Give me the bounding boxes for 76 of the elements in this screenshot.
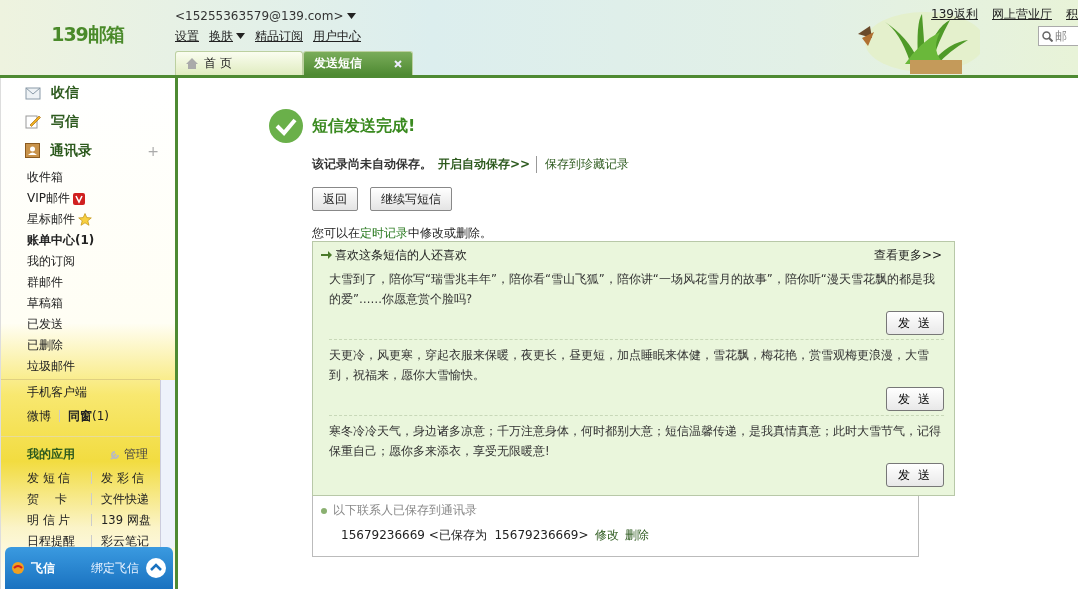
sidebar-link[interactable]: 微博: [27, 407, 51, 425]
folder-item[interactable]: 草稿箱: [27, 295, 63, 312]
top-link[interactable]: 网上营业厅: [992, 6, 1052, 23]
more-link[interactable]: 查看更多>>: [873, 246, 942, 264]
envelope-icon: [25, 85, 41, 100]
action-button[interactable]: 返回: [312, 187, 358, 211]
notice-text: 该记录尚未自动保存。: [312, 156, 432, 173]
send-button[interactable]: 发 送: [886, 311, 944, 335]
sidebar-link[interactable]: 手机客户端: [27, 383, 87, 401]
nav-link[interactable]: 精品订阅: [255, 27, 303, 45]
edit-link[interactable]: 修改: [594, 527, 619, 544]
app-link[interactable]: 文件快递: [101, 490, 159, 508]
check-icon: [268, 108, 304, 144]
close-icon[interactable]: [394, 59, 402, 68]
contact-card-icon: [25, 143, 40, 158]
top-link[interactable]: 139返利: [931, 6, 978, 23]
schedule-link[interactable]: 定时记录: [360, 226, 408, 240]
folder-item[interactable]: 已发送: [27, 316, 63, 333]
send-button[interactable]: 发 送: [886, 463, 944, 487]
app-link[interactable]: 明 信 片: [27, 511, 87, 529]
app-link[interactable]: 彩云笔记: [101, 532, 159, 550]
app-link[interactable]: 139 网盘: [101, 511, 159, 529]
manage-link[interactable]: 管理: [124, 445, 148, 463]
favorite-link[interactable]: 保存到珍藏记录: [536, 156, 630, 173]
nav-link[interactable]: 换肤: [209, 27, 245, 45]
nav-link[interactable]: 用户中心: [313, 27, 361, 45]
fetion-label[interactable]: 飞信: [31, 559, 55, 577]
folder-item[interactable]: 已删除: [27, 337, 63, 354]
send-button[interactable]: 发 送: [886, 387, 944, 411]
arrow-icon: [321, 251, 332, 259]
panel-title: 喜欢这条短信的人还喜欢: [335, 246, 467, 264]
app-link[interactable]: 发 短 信: [27, 469, 87, 487]
section-title: 我的应用: [27, 445, 75, 463]
bind-link[interactable]: 绑定飞信: [91, 559, 139, 577]
sidebar-item[interactable]: 收信: [51, 83, 79, 102]
home-icon: [186, 58, 198, 69]
sidebar-item[interactable]: 通讯录: [50, 141, 92, 160]
folder-item[interactable]: 群邮件: [27, 274, 63, 291]
success-title: 短信发送完成!: [312, 115, 416, 137]
sidebar-item[interactable]: 写信: [51, 112, 79, 131]
search-icon: [1042, 30, 1053, 42]
folder-item[interactable]: 星标邮件: [27, 211, 75, 228]
expand-icon[interactable]: [145, 557, 167, 579]
top-link[interactable]: 积: [1066, 6, 1078, 23]
folder-item[interactable]: VIP邮件: [27, 190, 70, 207]
mail-logo[interactable]: 139邮箱: [51, 22, 124, 48]
auto-save-link[interactable]: 开启自动保存>>: [438, 156, 531, 173]
app-link[interactable]: 贺 卡: [27, 490, 87, 508]
pencil-note-icon: [25, 114, 41, 129]
nav-link[interactable]: 设置: [175, 27, 199, 45]
folder-item[interactable]: 收件箱: [27, 169, 63, 186]
app-link[interactable]: 发 彩 信: [101, 469, 159, 487]
bullet-icon: [321, 507, 327, 514]
message-text: 天更冷，风更寒，穿起衣服来保暖，夜更长，昼更短，加点睡眠来体健，雪花飘，梅花艳，赏雪观梅更浪漫，大雪到，祝福来，愿你大雪愉快。: [329, 347, 930, 384]
saved-title: 以下联系人已保存到通讯录: [333, 502, 477, 519]
scrollbar[interactable]: [160, 380, 175, 548]
vip-badge-icon: [73, 192, 85, 205]
search-field[interactable]: 邮: [1038, 26, 1078, 46]
tab[interactable]: 首 页: [175, 51, 303, 75]
delete-link[interactable]: 删除: [624, 527, 649, 544]
app-link[interactable]: 日程提醒: [27, 532, 87, 550]
folder-item[interactable]: 账单中心(1): [27, 232, 95, 249]
caret-icon[interactable]: [347, 13, 357, 19]
account-address[interactable]: <15255363579@139.com>: [175, 9, 344, 23]
fetion-logo-icon: [11, 561, 25, 575]
sidebar-link[interactable]: 同窗(1): [68, 407, 109, 425]
wrench-icon: [110, 448, 121, 460]
message-text: 寒冬冷冷天气，身边诸多凉意；千万注意身体，何时都别大意；短信温馨传递，是我真情真意；此时大雪节气，记得保重自己；愿你多来添衣，享受无限暖意!: [329, 423, 942, 460]
tab-label[interactable]: 首 页: [204, 55, 232, 72]
contact-text: 15679236669 <已保存为 15679236669>: [341, 527, 589, 544]
action-button[interactable]: 继续写短信: [370, 187, 452, 211]
info-text: 您可以在定时记录中修改或删除。: [312, 225, 493, 241]
message-text: 大雪到了，陪你写“瑞雪兆丰年”，陪你看“雪山飞狐”，陪你讲“一场风花雪月的故事”，陪你听“漫天雪花飘的都是我的爱”……你愿意赏个脸吗?: [329, 271, 936, 308]
star-icon: [78, 213, 92, 226]
folder-item[interactable]: 垃圾邮件: [27, 358, 75, 375]
folder-item[interactable]: 我的订阅: [27, 253, 75, 270]
